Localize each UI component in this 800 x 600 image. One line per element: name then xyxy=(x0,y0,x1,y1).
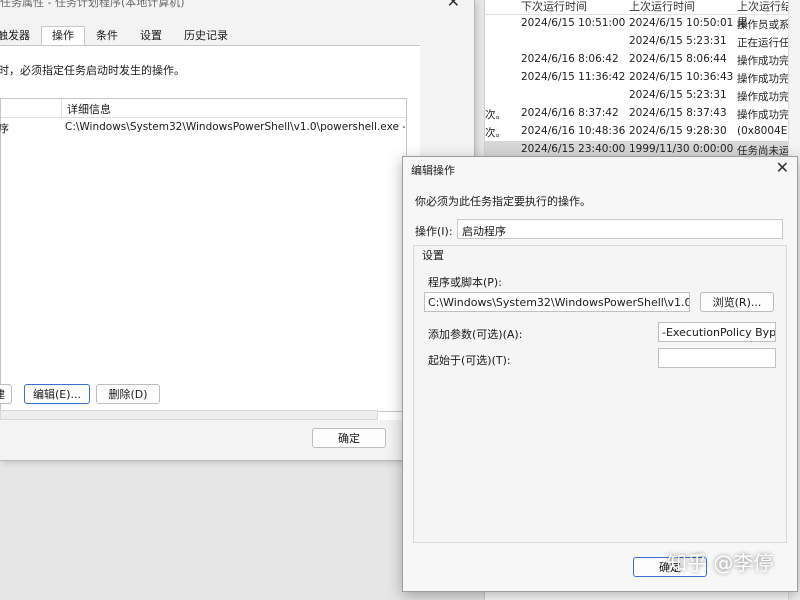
tab-history[interactable]: 历史记录 xyxy=(173,26,239,45)
table-row[interactable]: 2024/6/15 5:23:31 操作成功完成 xyxy=(485,87,800,105)
action-select[interactable]: 启动程序 ⌵ xyxy=(457,219,783,239)
delete-action-button[interactable]: 删除(D) xyxy=(96,384,160,404)
watermark: 知乎 @李停 xyxy=(667,551,774,575)
table-row[interactable]: 次。 2024/6/16 8:37:42 2024/6/15 8:37:43 操… xyxy=(485,105,800,123)
arguments-value: -ExecutionPolicy Bypass xyxy=(662,326,776,339)
task-list-header: 下次运行时间 上次运行时间 上次运行结果 xyxy=(485,0,800,29)
tab-bar: 触发器 操作 条件 设置 历史记录 xyxy=(0,26,239,46)
edit-action-dialog: 编辑操作 ✕ 你必须为此任务指定要执行的操作。 操作(I): 启动程序 ⌵ 设置… xyxy=(402,156,798,592)
tab-actions[interactable]: 操作 xyxy=(41,26,85,45)
action-type: 启动程序 xyxy=(0,123,9,135)
actions-list-hscrollbar[interactable] xyxy=(0,410,378,420)
table-row[interactable]: 2024/6/16 8:06:42 2024/6/15 8:06:44 操作成功… xyxy=(485,51,800,69)
chevron-down-icon: ⌵ xyxy=(462,222,471,235)
close-icon[interactable]: ✕ xyxy=(447,0,460,11)
action-label: 操作(I): xyxy=(415,225,453,238)
arguments-label: 添加参数(可选)(A): xyxy=(428,328,523,341)
settings-group: 设置 程序或脚本(P): C:\Windows\System32\Windows… xyxy=(413,245,787,543)
program-script-value: C:\Windows\System32\WindowsPowerShell\v1… xyxy=(428,296,690,309)
start-in-input[interactable] xyxy=(658,348,776,368)
settings-label: 设置 xyxy=(422,249,444,262)
tab-triggers[interactable]: 触发器 xyxy=(0,26,41,45)
new-action-button[interactable]: 新建(N)... xyxy=(0,384,12,404)
dialog-title: 编辑操作 xyxy=(411,164,455,177)
tab-conditions[interactable]: 条件 xyxy=(85,26,129,45)
column-last-run[interactable]: 上次运行时间 xyxy=(629,0,695,14)
column-divider[interactable] xyxy=(61,99,62,117)
edit-action-button[interactable]: 编辑(E)... xyxy=(24,384,90,404)
arguments-input[interactable]: -ExecutionPolicy Bypass xyxy=(658,322,776,342)
table-row[interactable]: 2024/6/15 10:51:00 2024/6/15 10:50:01 操作… xyxy=(485,15,800,33)
column-details[interactable]: 详细信息 xyxy=(67,101,111,117)
browse-button[interactable]: 浏览(R)... xyxy=(700,292,774,312)
actions-list-header: 详细信息 xyxy=(1,99,406,118)
actions-tab-panel: 时，必须指定任务启动时发生的操作。 详细信息 启动程序 C:\Windows\S… xyxy=(0,45,420,460)
close-icon[interactable]: ✕ xyxy=(776,158,789,177)
ok-button[interactable]: 确定 xyxy=(312,428,386,448)
list-item[interactable]: 启动程序 C:\Windows\System32\WindowsPowerShe… xyxy=(0,118,406,136)
program-script-input[interactable]: C:\Windows\System32\WindowsPowerShell\v1… xyxy=(424,292,690,312)
start-in-label: 起始于(可选)(T): xyxy=(428,354,511,367)
table-row[interactable]: 次。 2024/6/16 10:48:36 2024/6/15 9:28:30 … xyxy=(485,123,800,141)
table-row[interactable]: 2024/6/15 5:23:31 正在运行任务 xyxy=(485,33,800,51)
program-label: 程序或脚本(P): xyxy=(428,276,502,289)
column-next-run[interactable]: 下次运行时间 xyxy=(521,0,587,14)
actions-list[interactable]: 详细信息 启动程序 C:\Windows\System32\WindowsPow… xyxy=(0,98,407,412)
table-row[interactable]: 2024/6/15 11:36:42 2024/6/15 10:36:43 操作… xyxy=(485,69,800,87)
action-detail: C:\Windows\System32\WindowsPowerShell\v1… xyxy=(65,121,405,133)
actions-description: 时，必须指定任务启动时发生的操作。 xyxy=(0,64,185,77)
dialog-instruction: 你必须为此任务指定要执行的操作。 xyxy=(415,195,591,208)
tab-settings[interactable]: 设置 xyxy=(129,26,173,45)
window-title: 任务属性 - 任务计划程序(本地计算机) xyxy=(0,0,185,9)
